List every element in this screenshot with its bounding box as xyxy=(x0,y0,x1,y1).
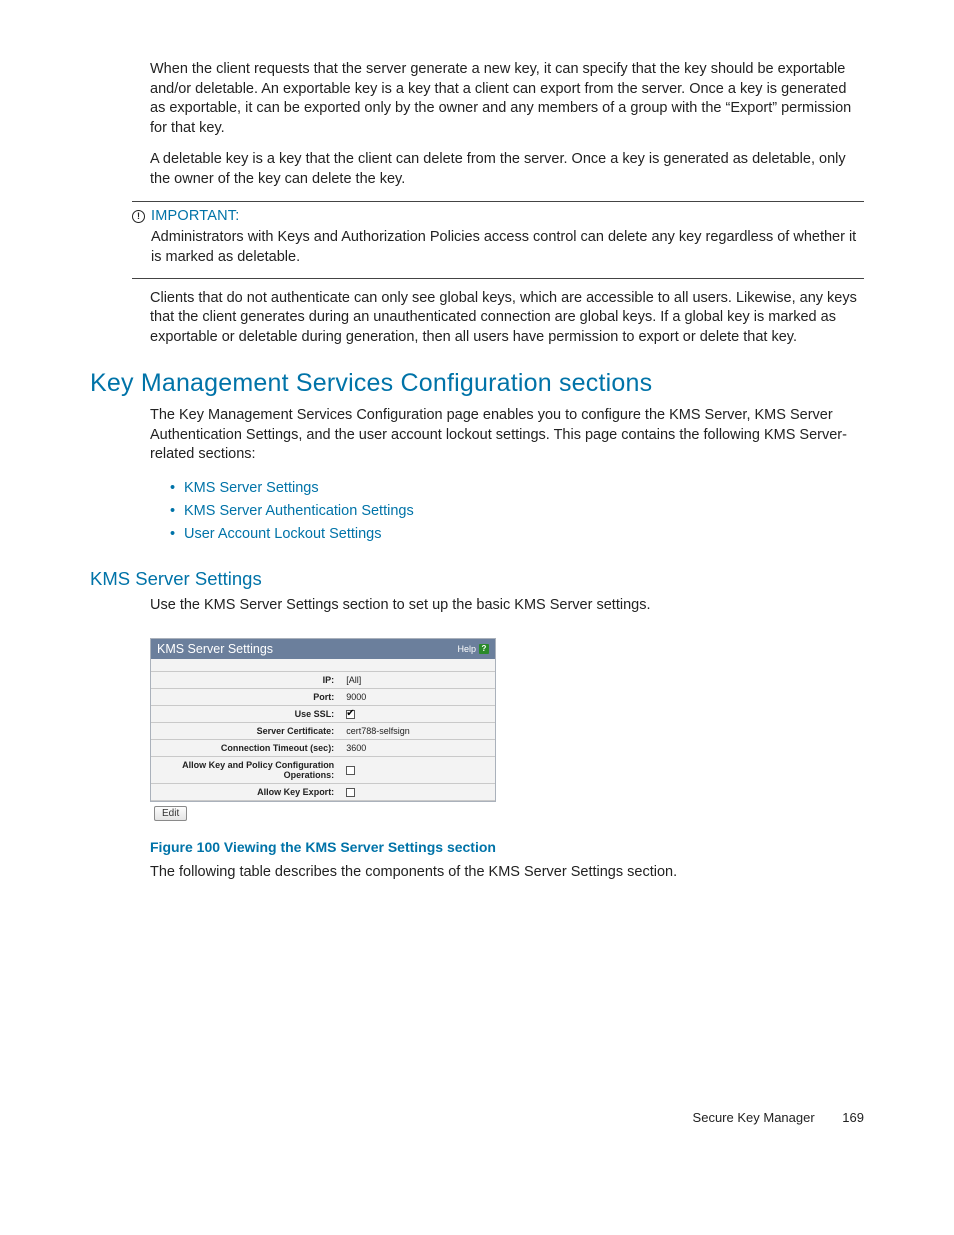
settings-label: Allow Key Export: xyxy=(151,784,340,801)
figure-caption: Figure 100 Viewing the KMS Server Settin… xyxy=(150,839,864,855)
paragraph-text: A deletable key is a key that the client… xyxy=(150,150,864,189)
important-body: Administrators with Keys and Authorizati… xyxy=(151,228,864,267)
settings-value: 9000 xyxy=(340,689,495,706)
important-note: ! IMPORTANT: Administrators with Keys an… xyxy=(132,201,864,278)
help-label: Help xyxy=(457,644,476,654)
link-kms-server-settings[interactable]: KMS Server Settings xyxy=(184,480,319,496)
checkbox-icon[interactable] xyxy=(346,766,355,775)
settings-label: Use SSL: xyxy=(151,706,340,723)
page-footer: Secure Key Manager 169 xyxy=(693,1110,864,1125)
help-icon: ? xyxy=(479,644,489,654)
settings-row: Use SSL: xyxy=(151,706,495,723)
important-icon: ! xyxy=(132,210,145,223)
settings-row: Connection Timeout (sec):3600 xyxy=(151,740,495,757)
settings-row: Port:9000 xyxy=(151,689,495,706)
checkbox-icon[interactable] xyxy=(346,710,355,719)
paragraph-text: The following table describes the compon… xyxy=(150,863,864,883)
settings-value: cert788-selfsign xyxy=(340,723,495,740)
paragraph-text: Clients that do not authenticate can onl… xyxy=(150,289,864,348)
subsection-heading: KMS Server Settings xyxy=(90,568,864,590)
settings-row: Allow Key and Policy Configuration Opera… xyxy=(151,757,495,784)
panel-title: KMS Server Settings xyxy=(157,642,273,656)
link-user-account-lockout-settings[interactable]: User Account Lockout Settings xyxy=(184,526,381,542)
edit-button[interactable]: Edit xyxy=(154,806,187,821)
settings-label: IP: xyxy=(151,672,340,689)
settings-label: Server Certificate: xyxy=(151,723,340,740)
settings-row: Server Certificate:cert788-selfsign xyxy=(151,723,495,740)
settings-value xyxy=(340,784,495,801)
checkbox-icon[interactable] xyxy=(346,788,355,797)
settings-value xyxy=(340,757,495,784)
settings-value xyxy=(340,706,495,723)
paragraph-text: Use the KMS Server Settings section to s… xyxy=(150,596,864,616)
panel-help-link[interactable]: Help ? xyxy=(457,644,489,654)
settings-value: 3600 xyxy=(340,740,495,757)
footer-doc-title: Secure Key Manager xyxy=(693,1110,815,1125)
important-label: IMPORTANT: xyxy=(151,208,239,224)
section-heading: Key Management Services Configuration se… xyxy=(90,369,864,398)
settings-row: Allow Key Export: xyxy=(151,784,495,801)
settings-label: Allow Key and Policy Configuration Opera… xyxy=(151,757,340,784)
footer-page-number: 169 xyxy=(842,1110,864,1125)
settings-row: IP:[All] xyxy=(151,672,495,689)
settings-label: Port: xyxy=(151,689,340,706)
settings-label: Connection Timeout (sec): xyxy=(151,740,340,757)
link-kms-server-auth-settings[interactable]: KMS Server Authentication Settings xyxy=(184,503,414,519)
settings-value: [All] xyxy=(340,672,495,689)
paragraph-text: The Key Management Services Configuratio… xyxy=(150,406,864,465)
kms-server-settings-panel: KMS Server Settings Help ? IP:[All]Port:… xyxy=(150,638,496,802)
paragraph-text: When the client requests that the server… xyxy=(150,60,864,138)
